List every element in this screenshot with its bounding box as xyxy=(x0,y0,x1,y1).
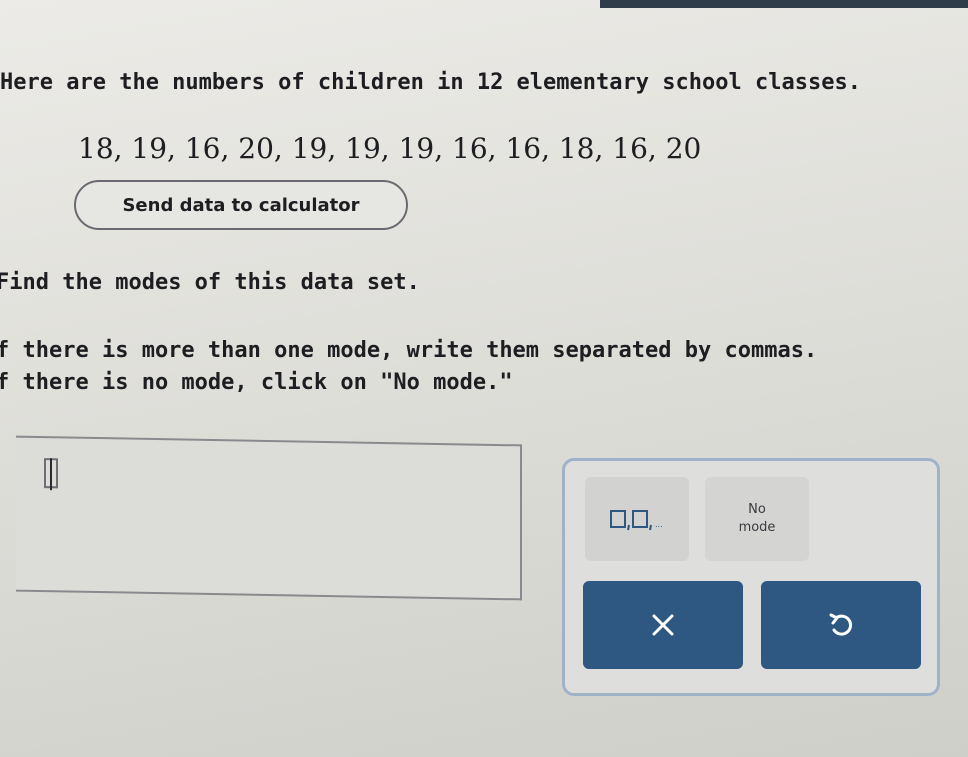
prompt-first-letter: F xyxy=(0,270,10,295)
page: Here are the numbers of children in 12 e… xyxy=(0,0,968,757)
question-prompt: Find the modes of this data set. xyxy=(0,270,420,295)
answer-keypad: ... No mode xyxy=(562,458,940,696)
text-cursor-icon xyxy=(44,458,58,489)
no-mode-line1: No xyxy=(748,502,766,517)
comma-separated-boxes-icon: ... xyxy=(610,510,663,531)
undo-button[interactable] xyxy=(761,581,921,669)
send-data-to-calculator-button[interactable]: Send data to calculator xyxy=(74,180,408,230)
svg-text:...: ... xyxy=(655,520,663,529)
prompt-text: ind the modes of this data set. xyxy=(9,270,420,295)
send-button-label: Send data to calculator xyxy=(122,194,360,216)
top-bar xyxy=(600,0,968,8)
answer-input[interactable] xyxy=(16,435,522,601)
no-mode-button[interactable]: No mode xyxy=(705,477,809,561)
instruction-no-mode: f there is no mode, click on "No mode." xyxy=(0,370,513,395)
data-values: 18, 19, 16, 20, 19, 19, 19, 16, 16, 18, … xyxy=(78,132,702,165)
instruction-multiple-modes: f there is more than one mode, write the… xyxy=(0,338,818,363)
clear-button[interactable] xyxy=(583,581,743,669)
undo-arrow-icon xyxy=(829,613,852,636)
question-intro: Here are the numbers of children in 12 e… xyxy=(0,70,861,95)
comma-separated-button[interactable]: ... xyxy=(585,477,689,561)
no-mode-line2: mode xyxy=(738,520,776,535)
x-icon xyxy=(652,614,674,636)
